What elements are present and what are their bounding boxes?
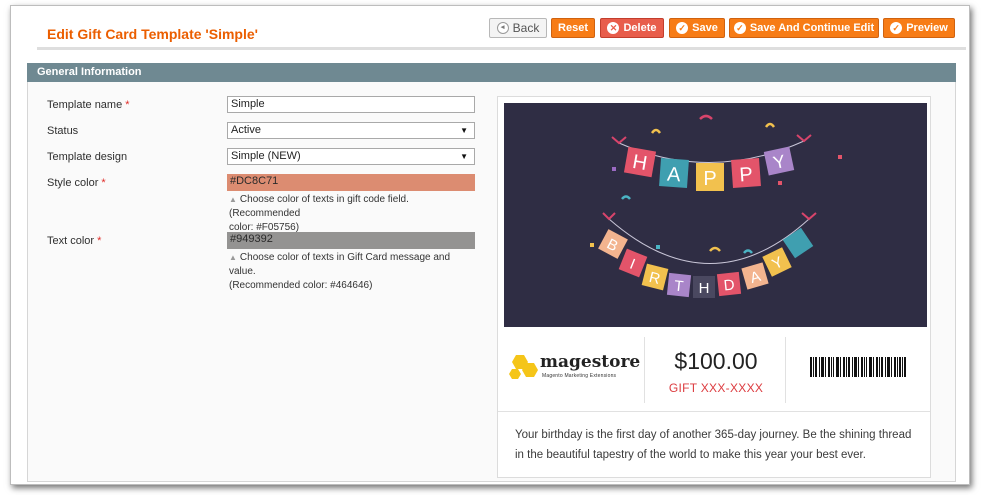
style-color-label: Style color * bbox=[47, 177, 106, 189]
text-color-input[interactable]: #949392 bbox=[227, 232, 475, 249]
birthday-banner-image: H A P P Y B I R T H D A Y bbox=[504, 103, 927, 327]
status-select[interactable]: Active ▼ bbox=[227, 122, 475, 139]
banner-letter: H bbox=[699, 280, 710, 297]
banner-letter: A bbox=[666, 164, 682, 187]
template-name-input[interactable]: Simple bbox=[227, 96, 475, 113]
logo-hexagon-icon bbox=[509, 355, 538, 379]
template-design-select[interactable]: Simple (NEW) ▼ bbox=[227, 148, 475, 165]
gift-card-code: GIFT XXX-XXXX bbox=[668, 381, 764, 395]
triangle-up-icon: ▲ bbox=[229, 195, 237, 204]
gift-card-info-row: magestore Magento Marketing Extensions $… bbox=[498, 337, 930, 409]
save-button[interactable]: ✓ Save bbox=[669, 18, 725, 38]
required-marker: * bbox=[125, 99, 130, 111]
back-button-label: Back bbox=[512, 21, 540, 35]
reset-button-label: Reset bbox=[558, 22, 588, 34]
divider bbox=[785, 337, 786, 403]
check-circle-icon: ✓ bbox=[676, 22, 689, 34]
check-circle-icon: ✓ bbox=[733, 22, 746, 34]
gift-card-value: $100.00 bbox=[674, 348, 758, 374]
barcode-icon bbox=[810, 357, 906, 377]
gift-card-preview: H A P P Y B I R T H D A Y magestore Mage… bbox=[497, 96, 931, 478]
save-button-label: Save bbox=[692, 22, 718, 34]
preview-button[interactable]: ✓ Preview bbox=[883, 18, 955, 38]
happy-birthday-illustration: H A P P Y B I R T H D A Y bbox=[590, 114, 842, 298]
banner-letter: D bbox=[723, 276, 736, 294]
status-label: Status bbox=[47, 125, 79, 137]
magestore-logo: magestore Magento Marketing Extensions bbox=[506, 351, 641, 387]
text-color-note: ▲ Choose color of texts in Gift Card mess… bbox=[229, 252, 451, 291]
required-marker: * bbox=[101, 177, 106, 189]
reset-button[interactable]: Reset bbox=[551, 18, 595, 38]
check-circle-icon: ✓ bbox=[890, 22, 903, 34]
template-name-label: Template name * bbox=[47, 99, 130, 111]
status-select-value: Active bbox=[231, 124, 261, 136]
banner-top: H A P P Y bbox=[623, 146, 795, 191]
logo-tagline: Magento Marketing Extensions bbox=[542, 373, 617, 379]
section-header: General Information bbox=[27, 63, 956, 82]
gift-card-message: Your birthday is the first day of anothe… bbox=[515, 429, 912, 461]
divider bbox=[498, 411, 930, 412]
divider bbox=[644, 337, 645, 403]
circle-arrow-left-icon: ◂ bbox=[496, 22, 509, 34]
banner-bottom: B I R T H D A Y bbox=[598, 227, 814, 298]
style-color-note: ▲ Choose color of texts in gift code fiel… bbox=[229, 194, 409, 233]
template-design-label: Template design bbox=[47, 151, 128, 163]
app-window: Edit Gift Card Template 'Simple' ◂ Back … bbox=[10, 5, 970, 485]
delete-button-label: Delete bbox=[623, 22, 657, 34]
triangle-up-icon: ▲ bbox=[229, 253, 237, 262]
header-divider bbox=[37, 47, 966, 50]
save-and-continue-button[interactable]: ✓ Save And Continue Edit bbox=[729, 18, 879, 38]
template-design-select-value: Simple (NEW) bbox=[231, 150, 301, 162]
preview-button-label: Preview bbox=[906, 22, 948, 34]
circle-x-icon: ✕ bbox=[607, 22, 620, 34]
banner-letter: P bbox=[703, 168, 716, 190]
caret-down-icon: ▼ bbox=[460, 152, 468, 161]
banner-letter: T bbox=[673, 278, 684, 296]
required-marker: * bbox=[97, 235, 102, 247]
save-and-continue-button-label: Save And Continue Edit bbox=[749, 22, 875, 34]
text-color-label: Text color * bbox=[47, 235, 102, 247]
banner-letter: P bbox=[739, 164, 754, 187]
caret-down-icon: ▼ bbox=[460, 126, 468, 135]
page-title: Edit Gift Card Template 'Simple' bbox=[47, 26, 258, 42]
logo-wordmark: magestore bbox=[540, 352, 641, 372]
style-color-input[interactable]: #DC8C71 bbox=[227, 174, 475, 191]
back-button[interactable]: ◂ Back bbox=[489, 18, 547, 38]
delete-button[interactable]: ✕ Delete bbox=[600, 18, 664, 38]
